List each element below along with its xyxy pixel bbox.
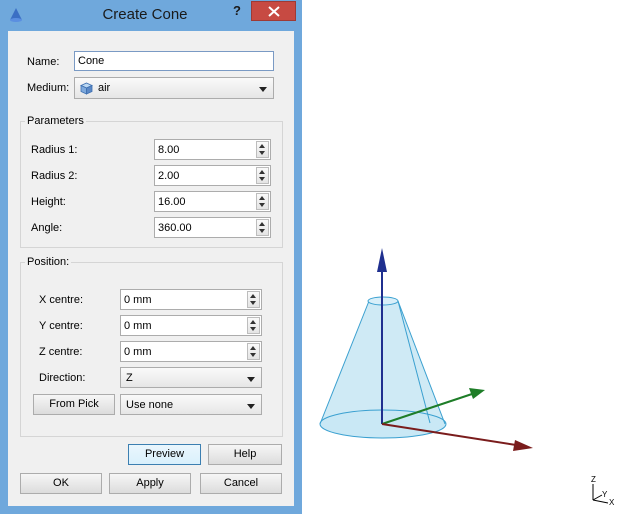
dialog-title: Create Cone [102, 6, 188, 23]
z-centre-spinbox[interactable]: 0 mm [120, 341, 262, 362]
cone-app-icon [10, 8, 22, 22]
angle-value: 360.00 [158, 222, 192, 234]
triad-y-label: Y [602, 490, 608, 499]
direction-value: Z [126, 372, 133, 384]
close-icon [268, 6, 280, 17]
x-centre-label: X centre: [39, 294, 84, 306]
3d-viewport[interactable]: Z Y X [302, 0, 618, 514]
pick-value: Use none [126, 399, 174, 411]
spin-up-icon [259, 196, 265, 200]
spin-down-icon [259, 229, 265, 233]
orientation-triad: Z Y X [591, 475, 615, 507]
pick-select[interactable]: Use none [120, 394, 262, 415]
triad-x-label: X [609, 498, 615, 507]
chevron-down-icon [259, 87, 267, 92]
spin-down-icon [250, 353, 256, 357]
medium-label: Medium: [27, 82, 70, 94]
spin-buttons[interactable] [256, 167, 269, 184]
dialog-body: Name: Cone Medium: air Parameters Radius… [8, 31, 294, 506]
angle-label: Angle: [31, 222, 63, 234]
y-centre-value: 0 mm [124, 320, 152, 332]
medium-select[interactable]: air [74, 77, 274, 99]
cube-icon [80, 82, 93, 95]
y-centre-label: Y centre: [39, 320, 83, 332]
title-bar[interactable]: Create Cone ? [0, 0, 302, 30]
radius1-spinbox[interactable]: 8.00 [154, 139, 271, 160]
from-pick-button[interactable]: From Pick [33, 394, 115, 415]
spin-up-icon [259, 222, 265, 226]
spin-down-icon [250, 327, 256, 331]
spin-up-icon [250, 346, 256, 350]
name-label: Name: [27, 56, 60, 68]
spin-down-icon [259, 177, 265, 181]
ok-button[interactable]: OK [20, 473, 102, 494]
spin-up-icon [250, 320, 256, 324]
radius1-value: 8.00 [158, 144, 180, 156]
angle-spinbox[interactable]: 360.00 [154, 217, 271, 238]
triad-z-label: Z [591, 475, 596, 484]
y-centre-spinbox[interactable]: 0 mm [120, 315, 262, 336]
radius2-spinbox[interactable]: 2.00 [154, 165, 271, 186]
help-title-button[interactable]: ? [228, 3, 246, 21]
preview-button[interactable]: Preview [128, 444, 201, 465]
x-centre-spinbox[interactable]: 0 mm [120, 289, 262, 310]
height-label: Height: [31, 196, 66, 208]
spin-buttons[interactable] [256, 219, 269, 236]
radius2-label: Radius 2: [31, 170, 78, 182]
height-spinbox[interactable]: 16.00 [154, 191, 271, 212]
spin-buttons[interactable] [247, 291, 260, 308]
direction-label: Direction: [39, 372, 86, 384]
radius1-label: Radius 1: [31, 144, 78, 156]
spin-up-icon [259, 144, 265, 148]
height-value: 16.00 [158, 196, 186, 208]
spin-buttons[interactable] [247, 317, 260, 334]
name-input[interactable]: Cone [74, 51, 274, 71]
chevron-down-icon [247, 404, 255, 409]
parameters-title: Parameters [25, 115, 86, 127]
help-button[interactable]: Help [208, 444, 282, 465]
spin-buttons[interactable] [256, 193, 269, 210]
radius2-value: 2.00 [158, 170, 180, 182]
spin-down-icon [259, 151, 265, 155]
cancel-button[interactable]: Cancel [200, 473, 282, 494]
close-button[interactable] [251, 1, 296, 21]
position-title: Position: [25, 256, 72, 268]
z-centre-label: Z centre: [39, 346, 83, 358]
z-centre-value: 0 mm [124, 346, 152, 358]
spin-up-icon [259, 170, 265, 174]
apply-button[interactable]: Apply [109, 473, 191, 494]
spin-up-icon [250, 294, 256, 298]
medium-value: air [98, 82, 111, 94]
spin-buttons[interactable] [247, 343, 260, 360]
spin-down-icon [259, 203, 265, 207]
chevron-down-icon [247, 377, 255, 382]
spin-buttons[interactable] [256, 141, 269, 158]
create-cone-dialog: Create Cone ? Name: Cone Medium: air Par… [0, 0, 302, 514]
spin-down-icon [250, 301, 256, 305]
scene-canvas: Z Y X [319, 248, 615, 507]
x-centre-value: 0 mm [124, 294, 152, 306]
direction-select[interactable]: Z [120, 367, 262, 388]
